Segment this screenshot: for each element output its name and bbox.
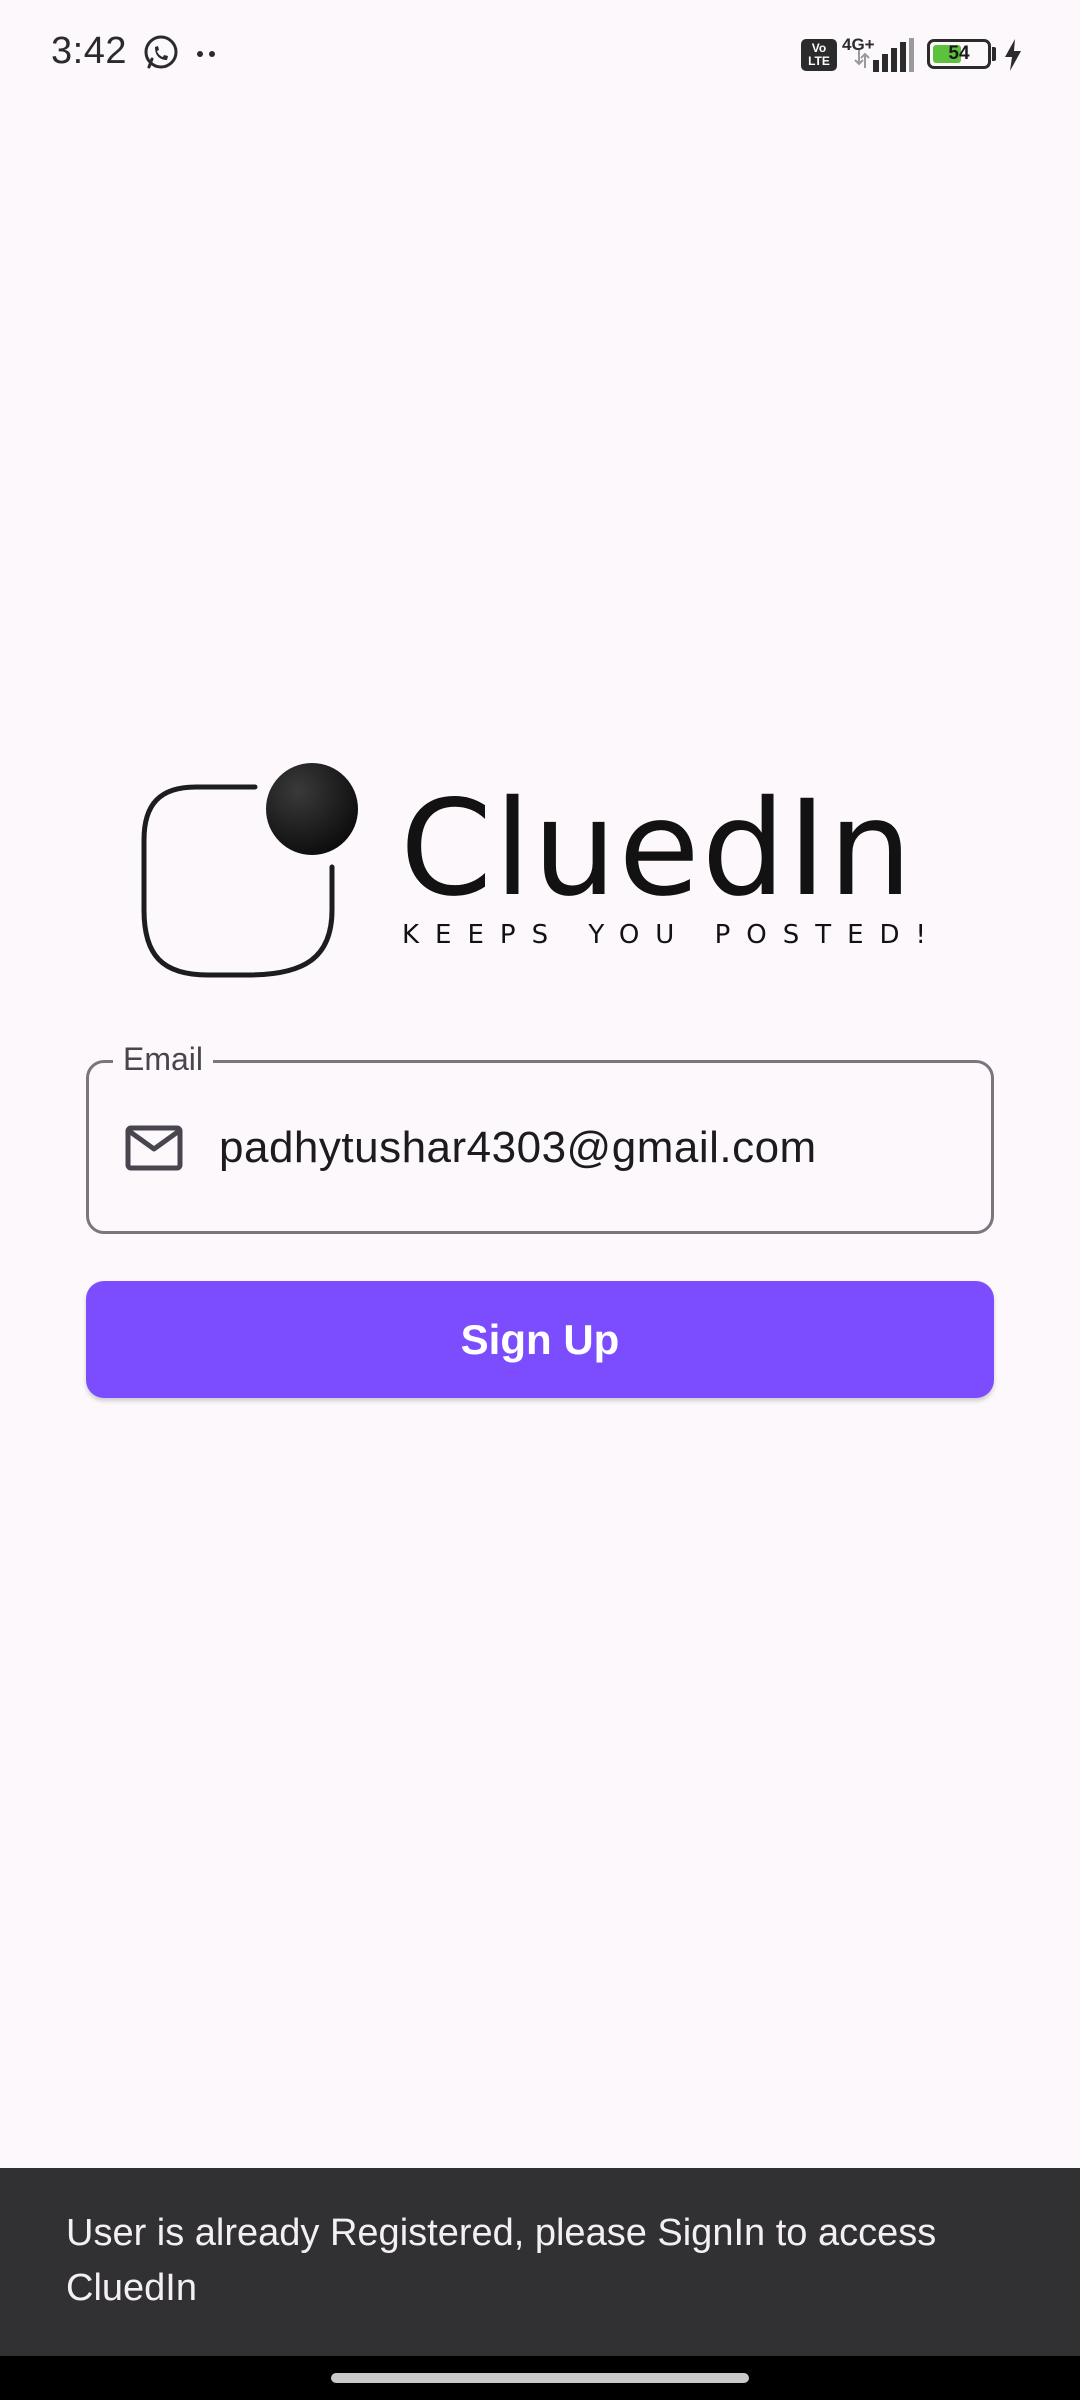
- logo-mark-icon: [141, 763, 358, 978]
- email-field-label: Email: [113, 1039, 214, 1079]
- battery-icon: 54: [927, 39, 991, 69]
- status-time: 3:42: [51, 30, 127, 72]
- battery-level: 54: [948, 43, 970, 64]
- snackbar-message: User is already Registered, please SignI…: [66, 2212, 937, 2309]
- network-type-label: 4G+: [842, 35, 875, 54]
- status-bar: 3:42 Vo LTE 4G+ 54: [0, 0, 1080, 108]
- navigation-bar: [0, 2356, 1080, 2400]
- email-input-value[interactable]: padhytushar4303@gmail.com: [219, 1121, 817, 1175]
- snackbar: User is already Registered, please SignI…: [0, 2168, 1080, 2356]
- volte-icon: Vo LTE: [801, 39, 837, 71]
- brand-tagline: KEEPS YOU POSTED!: [402, 920, 942, 950]
- brand-name: CluedIn: [400, 772, 915, 926]
- battery-terminal: [992, 47, 996, 61]
- mail-icon: [125, 1125, 183, 1171]
- sign-up-button[interactable]: Sign Up: [86, 1281, 994, 1398]
- charging-icon: [1005, 39, 1021, 71]
- signup-screen: 3:42 Vo LTE 4G+ 54 CluedIn KEEPS YOU POS…: [0, 0, 1080, 2400]
- more-notifications-icon: [197, 51, 215, 57]
- email-field[interactable]: Email padhytushar4303@gmail.com: [86, 1039, 994, 1234]
- home-gesture-handle[interactable]: [331, 2373, 749, 2383]
- app-logo: CluedIn KEEPS YOU POSTED!: [138, 760, 926, 990]
- whatsapp-icon: [144, 35, 178, 69]
